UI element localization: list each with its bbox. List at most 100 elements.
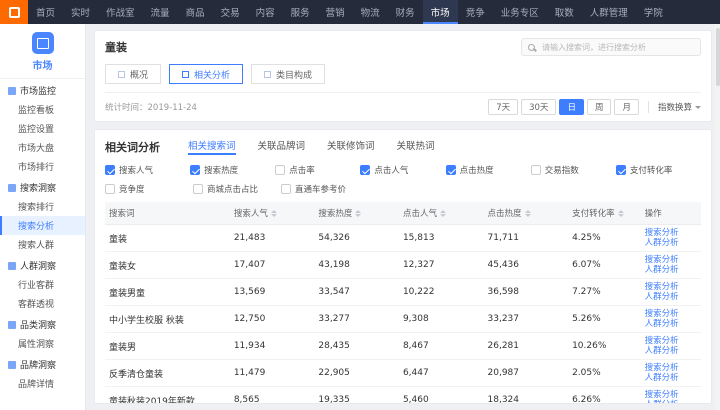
word-type-tabs: 相关搜索词 关联品牌词 关联修饰词 关联热词: [188, 138, 435, 155]
table-row: 中小学生校服 秋装 12,750 33,277 9,308 33,237 5.2…: [105, 306, 701, 333]
sidebar-item-label: 搜索排行: [18, 200, 54, 213]
sort-icon[interactable]: [618, 210, 624, 217]
top-nav-item[interactable]: 服务: [283, 0, 318, 24]
top-nav-item[interactable]: 作战室: [98, 0, 143, 24]
scrollbar-thumb[interactable]: [716, 28, 720, 86]
sidebar: 市场 市场监控 监控看板 监控设置: [0, 24, 86, 410]
checkbox[interactable]: [360, 165, 370, 175]
top-nav-item[interactable]: 营销: [318, 0, 353, 24]
metric-checkbox-item[interactable]: 搜索热度: [190, 164, 275, 176]
top-nav-item[interactable]: 流量: [143, 0, 178, 24]
crowd-analysis-link[interactable]: 人群分析: [645, 346, 697, 356]
date-range-button[interactable]: 7天: [488, 99, 518, 115]
search-analysis-link[interactable]: 搜索分析: [645, 336, 697, 346]
sidebar-item[interactable]: 市场大盘: [0, 138, 85, 157]
sidebar-item-label: 客群透视: [18, 297, 54, 310]
search-analysis-link[interactable]: 搜索分析: [645, 228, 697, 238]
date-range-button[interactable]: 周: [587, 99, 612, 115]
sort-icon[interactable]: [355, 210, 361, 217]
sidebar-item[interactable]: 搜索分析: [0, 216, 85, 235]
top-nav-item[interactable]: 实时: [63, 0, 98, 24]
search-analysis-link[interactable]: 搜索分析: [645, 363, 697, 373]
search-analysis-link[interactable]: 搜索分析: [645, 390, 697, 400]
sidebar-item[interactable]: 监控看板: [0, 100, 85, 119]
top-nav-item[interactable]: 学院: [636, 0, 671, 24]
metric-checkbox-item[interactable]: 支付转化率: [616, 164, 701, 176]
pay-rate-value: 5.26%: [568, 306, 640, 333]
top-nav-item[interactable]: 首页: [28, 0, 63, 24]
search-analysis-link[interactable]: 搜索分析: [645, 309, 697, 319]
view-tab[interactable]: 概况: [105, 64, 161, 84]
search-analysis-link[interactable]: 搜索分析: [645, 255, 697, 265]
date-range-button[interactable]: 日: [559, 99, 584, 115]
view-tab[interactable]: 相关分析: [169, 64, 243, 84]
sidebar-item[interactable]: 市场排行: [0, 157, 85, 176]
word-type-tab[interactable]: 关联热词: [397, 138, 435, 155]
sidebar-item[interactable]: 品牌洞察: [0, 355, 85, 374]
sidebar-item[interactable]: 品类洞察: [0, 315, 85, 334]
sidebar-item[interactable]: 人群洞察: [0, 256, 85, 275]
metric-checkbox-item[interactable]: 点击人气: [360, 164, 445, 176]
search-analysis-link[interactable]: 搜索分析: [645, 282, 697, 292]
word-type-tab[interactable]: 相关搜索词: [188, 138, 236, 155]
top-nav-item[interactable]: 财务: [388, 0, 423, 24]
top-nav-item[interactable]: 交易: [213, 0, 248, 24]
app-logo[interactable]: [0, 0, 28, 24]
scrollbar[interactable]: [715, 24, 720, 410]
word-type-tab[interactable]: 关联修饰词: [327, 138, 375, 155]
date-range-button[interactable]: 30天: [521, 99, 556, 115]
top-nav-item[interactable]: 业务专区: [493, 0, 547, 24]
crowd-analysis-link[interactable]: 人群分析: [645, 400, 697, 404]
search-input[interactable]: [540, 42, 694, 53]
top-nav-item[interactable]: 商品: [178, 0, 213, 24]
top-nav-item[interactable]: 竞争: [458, 0, 493, 24]
metric-label: 点击率: [289, 164, 315, 176]
metric-checkbox-item[interactable]: 点击率: [275, 164, 360, 176]
search-box[interactable]: [521, 38, 701, 56]
sidebar-item[interactable]: 搜索人群: [0, 235, 85, 254]
sidebar-item[interactable]: 属性洞察: [0, 334, 85, 353]
sidebar-item[interactable]: 客群透视: [0, 294, 85, 313]
crowd-analysis-link[interactable]: 人群分析: [645, 292, 697, 302]
sidebar-item[interactable]: 品牌详情: [0, 374, 85, 393]
sort-icon[interactable]: [525, 210, 531, 217]
checkbox[interactable]: [105, 184, 115, 194]
metric-checkbox-item[interactable]: 搜索人气: [105, 164, 190, 176]
sidebar-item[interactable]: 监控设置: [0, 119, 85, 138]
sidebar-item[interactable]: 搜索排行: [0, 197, 85, 216]
word-type-tab[interactable]: 关联品牌词: [258, 138, 306, 155]
top-nav-item[interactable]: 人群管理: [582, 0, 636, 24]
checkbox[interactable]: [105, 165, 115, 175]
checkbox[interactable]: [275, 165, 285, 175]
sidebar-item[interactable]: 搜索洞察: [0, 178, 85, 197]
metric-checkbox-item[interactable]: 商城点击占比: [193, 183, 281, 195]
checkbox[interactable]: [193, 184, 203, 194]
top-nav-item[interactable]: 市场: [423, 0, 458, 24]
sidebar-item[interactable]: 行业客群: [0, 275, 85, 294]
sort-icon[interactable]: [271, 210, 277, 217]
top-nav-item[interactable]: 内容: [248, 0, 283, 24]
table-row: 童装秋装2019年新款 8,565 19,335 5,460 18,324 6.…: [105, 387, 701, 405]
checkbox[interactable]: [616, 165, 626, 175]
checkbox[interactable]: [446, 165, 456, 175]
crowd-analysis-link[interactable]: 人群分析: [645, 373, 697, 383]
top-nav-item[interactable]: 物流: [353, 0, 388, 24]
checkbox[interactable]: [190, 165, 200, 175]
view-tab[interactable]: 类目构成: [251, 64, 325, 84]
metric-checkbox-item[interactable]: 点击热度: [446, 164, 531, 176]
index-convert-link[interactable]: 指数换算: [658, 101, 701, 113]
click-heat-value: 20,987: [484, 360, 569, 387]
sort-icon[interactable]: [440, 210, 446, 217]
metric-checkbox-item[interactable]: 交易指数: [531, 164, 616, 176]
metric-checkbox-item[interactable]: 竞争度: [105, 183, 193, 195]
crowd-analysis-link[interactable]: 人群分析: [645, 319, 697, 329]
sidebar-item[interactable]: 市场监控: [0, 81, 85, 100]
top-nav-item[interactable]: 取数: [547, 0, 582, 24]
checkbox[interactable]: [531, 165, 541, 175]
date-range-button[interactable]: 月: [614, 99, 639, 115]
crowd-analysis-link[interactable]: 人群分析: [645, 265, 697, 275]
metric-checkbox-item[interactable]: 直通车参考价: [281, 183, 369, 195]
checkbox[interactable]: [281, 184, 291, 194]
date-range-controls: 7天 30天 日 周 月 指数换算: [488, 99, 701, 115]
crowd-analysis-link[interactable]: 人群分析: [645, 238, 697, 248]
